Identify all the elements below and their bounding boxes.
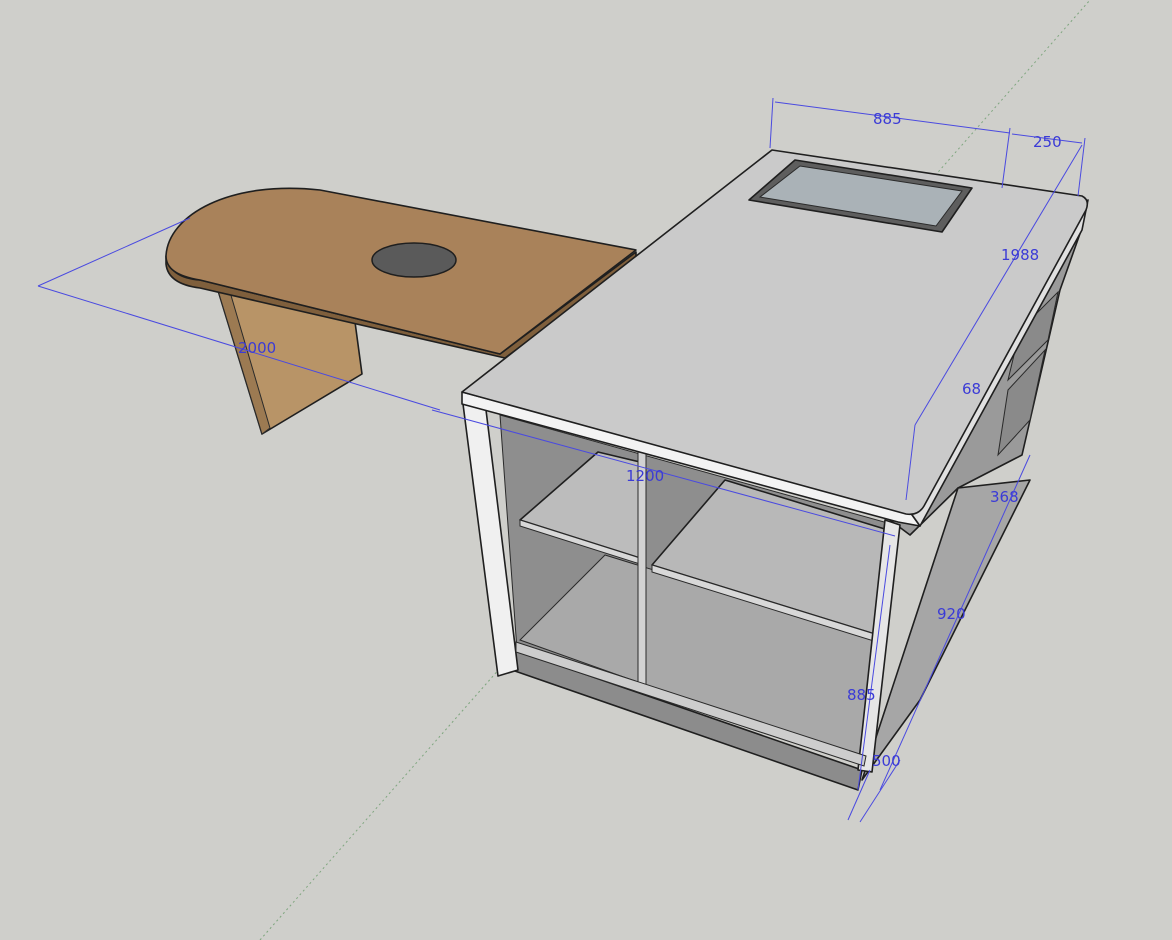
dim-label-1988: 1988: [1001, 246, 1039, 264]
dim-label-920: 920: [937, 605, 966, 623]
dim-label-500: 500: [872, 752, 901, 770]
dim-label-250: 250: [1033, 133, 1062, 151]
dim-label-885-top: 885: [873, 110, 902, 128]
sketch-3d-view[interactable]: 885 250 1988 68 2000 1200 368 920 885 50…: [0, 0, 1172, 940]
dim-label-1200: 1200: [626, 467, 664, 485]
dim-label-68: 68: [962, 380, 981, 398]
dim-label-885-side: 885: [847, 686, 876, 704]
dim-label-2000: 2000: [238, 339, 276, 357]
cable-grommet: [371, 242, 457, 278]
